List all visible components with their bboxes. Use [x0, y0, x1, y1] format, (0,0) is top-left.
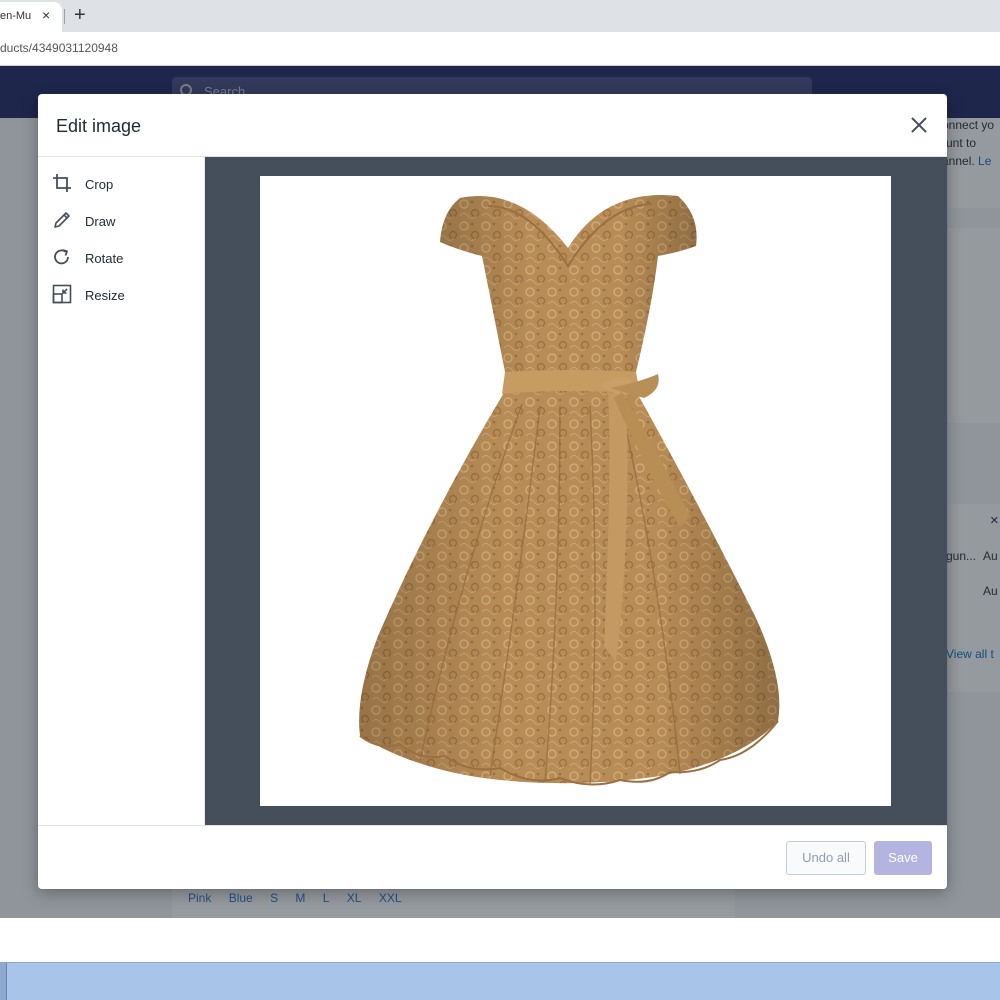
tab-close-icon[interactable]: ×: [42, 7, 50, 23]
modal-title: Edit image: [56, 116, 142, 136]
tool-label: Resize: [85, 288, 125, 303]
edit-image-modal: Edit image Crop Draw Rotate Resize Undo …: [38, 94, 947, 889]
rotate-icon: [54, 249, 69, 265]
tool-resize[interactable]: Resize: [38, 280, 204, 310]
tool-sidebar: Crop Draw Rotate Resize: [38, 157, 205, 825]
tool-rotate[interactable]: Rotate: [38, 243, 204, 273]
tool-crop[interactable]: Crop: [38, 169, 204, 199]
pencil-icon: [54, 212, 70, 228]
modal-header: Edit image: [38, 94, 947, 157]
tool-label: Rotate: [85, 251, 124, 266]
browser-tab-title: en-Mu: [0, 10, 32, 22]
browser-tab-bar: en-Mu × +: [0, 0, 1000, 32]
os-taskbar: [0, 962, 1000, 1000]
undo-all-button[interactable]: Undo all: [786, 841, 866, 875]
undo-all-label: Undo all: [802, 850, 850, 865]
tab-separator: [64, 9, 65, 24]
address-bar[interactable]: ducts/4349031120948: [0, 32, 1000, 66]
save-label: Save: [888, 850, 918, 865]
save-button[interactable]: Save: [874, 841, 932, 875]
modal-footer: Undo all Save: [38, 825, 947, 889]
browser-tab[interactable]: en-Mu ×: [0, 2, 62, 32]
image-canvas-area[interactable]: [205, 157, 947, 825]
new-tab-icon[interactable]: +: [74, 3, 86, 27]
lace-dress-image: [359, 195, 780, 786]
taskbar-start-edge[interactable]: [0, 963, 7, 1000]
tool-label: Draw: [85, 214, 116, 229]
tool-label: Crop: [85, 177, 114, 192]
tool-draw[interactable]: Draw: [38, 206, 204, 236]
crop-icon: [53, 174, 71, 192]
resize-icon: [52, 284, 72, 304]
url-text[interactable]: ducts/4349031120948: [0, 41, 118, 55]
close-icon[interactable]: [906, 112, 932, 138]
product-image[interactable]: [260, 176, 891, 806]
page-bottom-strip: [0, 918, 1000, 962]
